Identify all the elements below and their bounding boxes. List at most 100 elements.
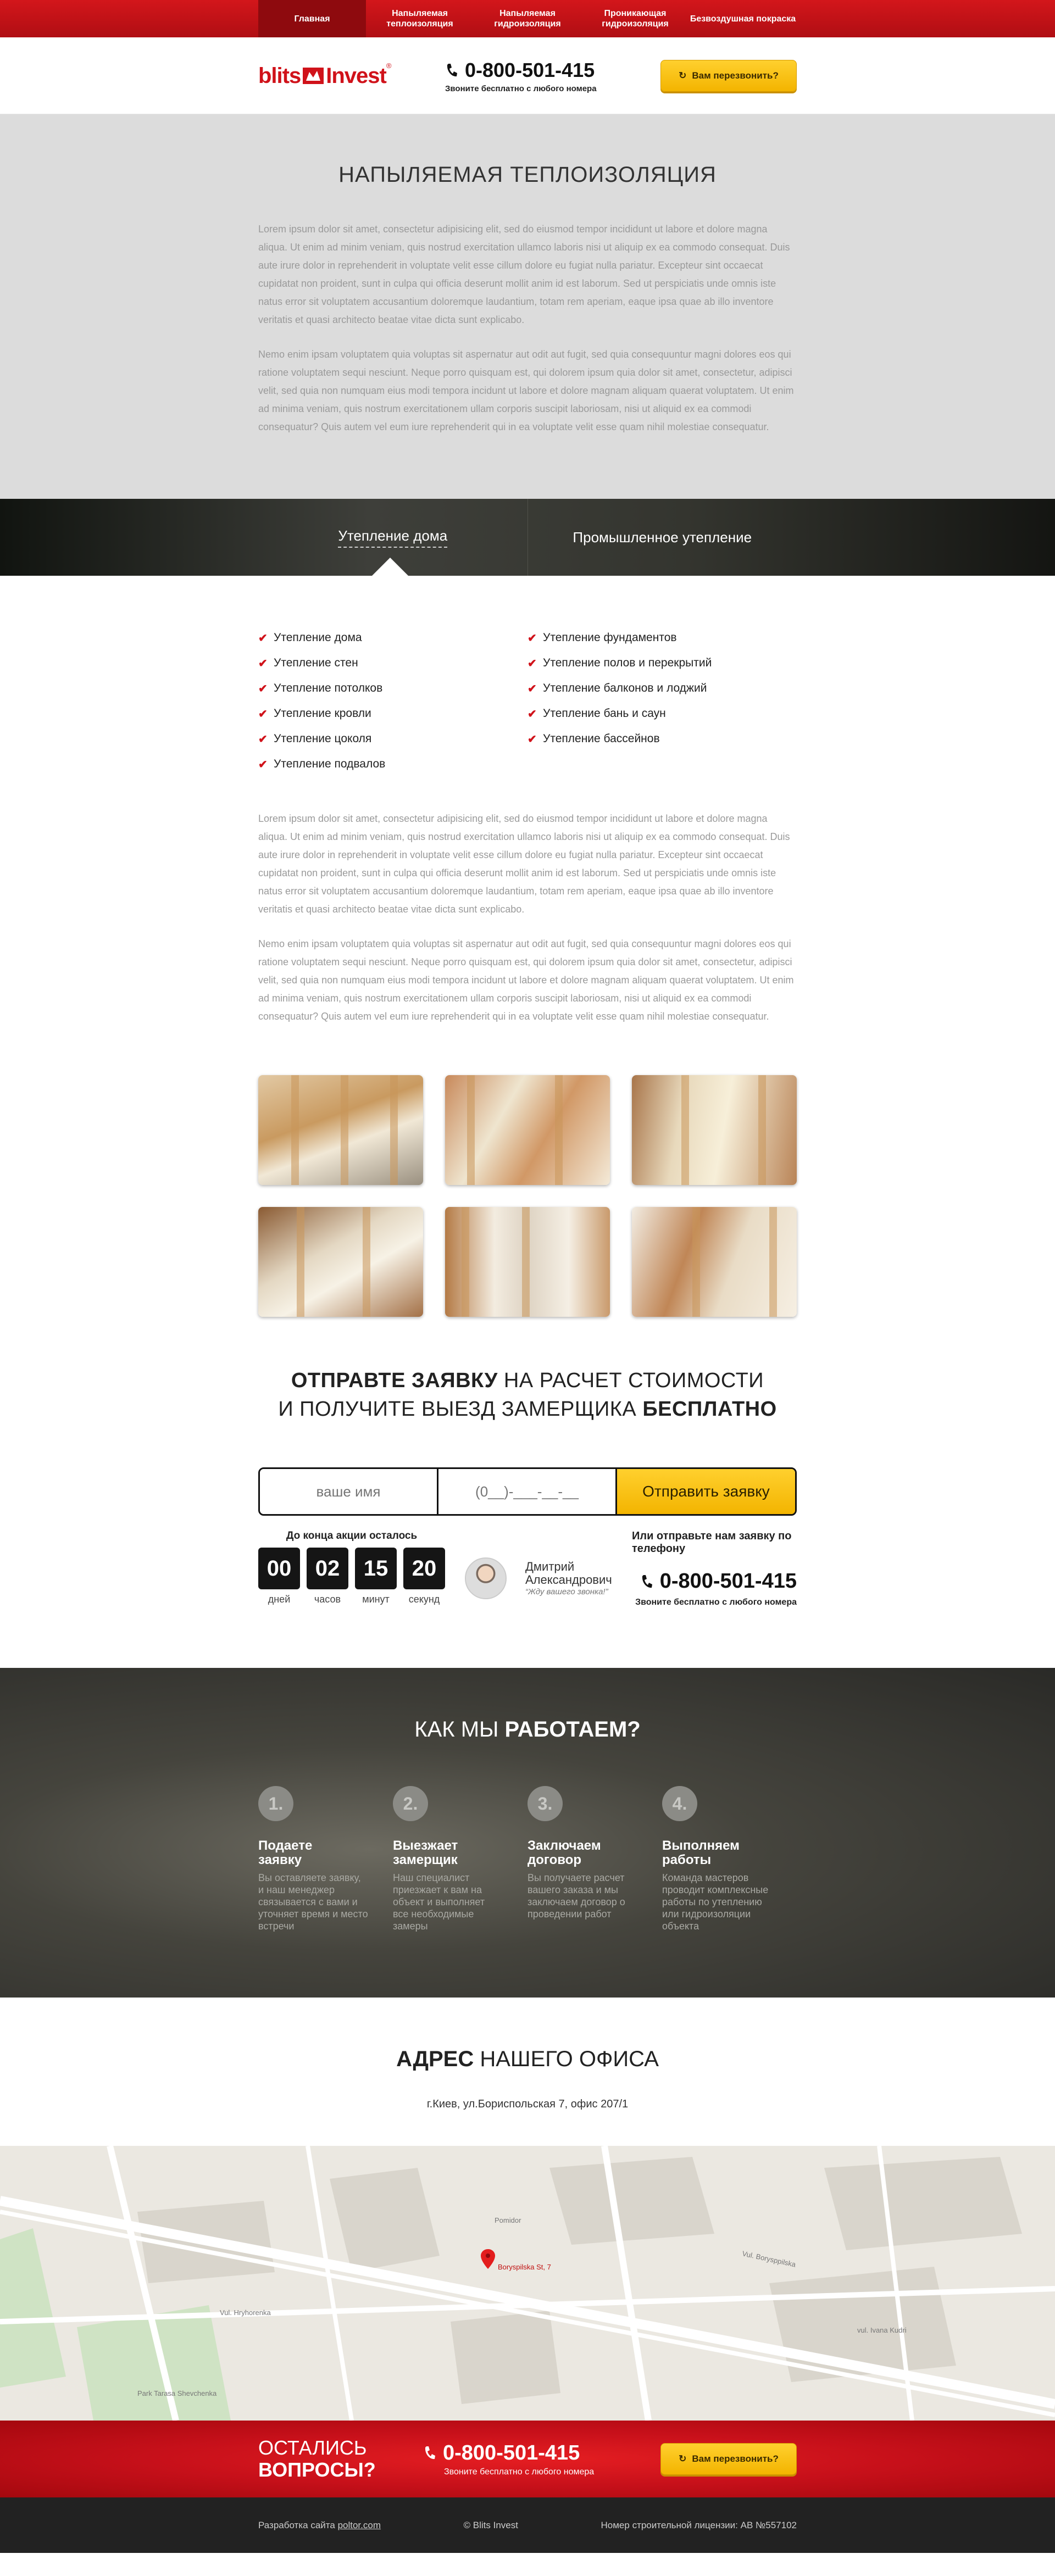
step-title: Выполняем работы (662, 1838, 740, 1867)
list-item: ✔ Утепление стен (258, 650, 528, 676)
footer-copyright: © Blits Invest (463, 2519, 518, 2530)
check-icon: ✔ (528, 708, 537, 720)
tab-industrial-insulation[interactable]: Промышленное утепление (528, 499, 797, 576)
countdown-seconds: 20 секунд (403, 1548, 445, 1605)
manager-text: Дмитрий Александрович “Жду вашего звонка… (525, 1560, 630, 1596)
page-title: НАПЫЛЯЕМАЯ ТЕПЛОИЗОЛЯЦИЯ (338, 163, 717, 187)
description-paragraph: Nemo enim ipsam voluptatem quia voluptas… (258, 938, 794, 1022)
check-icon: ✔ (528, 682, 537, 695)
map-poi-label: Pomidor (495, 2216, 521, 2224)
step-item: 3. Заключаем договор Вы получаете расчет в… (528, 1786, 662, 1932)
map-street-label: Vul. Hryhorenka (220, 2308, 271, 2317)
top-nav: Главная Напыляемая теплоизоляция Напыляе… (0, 0, 1055, 37)
check-icon: ✔ (258, 657, 268, 670)
step-number: 2. (393, 1786, 428, 1821)
step-title: Заключаем договор (528, 1838, 601, 1867)
list-item: ✔ Утепление кровли (258, 701, 528, 726)
logo-registered: ® (386, 62, 392, 70)
phone-icon (425, 2446, 435, 2460)
step-title: Выезжает замерщик (393, 1838, 458, 1867)
check-icon: ✔ (528, 733, 537, 745)
address-heading: АДРЕС НАШЕГО ОФИСА (0, 1998, 1055, 2072)
countdown-title: До конца акции осталось (286, 1530, 418, 1542)
countdown-minutes: 15 минут (355, 1548, 397, 1605)
callback-button-label: Вам перезвонить? (692, 70, 779, 81)
callback-button[interactable]: ↻ Вам перезвонить? (660, 60, 797, 92)
phone-order-title: Или отправьте нам заявку по телефону (632, 1530, 792, 1555)
gallery-photo[interactable] (632, 1207, 797, 1317)
list-item: ✔ Утепление балконов и лоджий (528, 676, 797, 701)
logo[interactable]: blits Invest ® (258, 59, 445, 92)
cta-phone-caption: Звоните бесплатно с любого номера (444, 2467, 595, 2477)
list-item-label: Утепление потолков (274, 682, 383, 694)
gallery-photo[interactable] (445, 1075, 610, 1185)
manager-name: Дмитрий Александрович (525, 1559, 612, 1587)
office-map[interactable]: Vul. Borysppilska Vul. Hryhorenka vul. I… (0, 2146, 1055, 2421)
countdown-value: 20 (403, 1548, 445, 1589)
countdown-hours: 02 часов (307, 1548, 348, 1605)
address-heading-bold: АДРЕС (396, 2047, 474, 2071)
phone-input[interactable] (438, 1483, 615, 1500)
list-item: ✔ Утепление подвалов (258, 752, 528, 777)
order-heading-bold: БЕСПЛАТНО (642, 1398, 777, 1421)
header-phone-block: 0-800-501-415 Звоните бесплатно с любого… (445, 59, 597, 93)
list-item-label: Утепление подвалов (274, 758, 386, 770)
check-icon: ✔ (258, 758, 268, 771)
logo-left: blits (258, 63, 301, 88)
step-number: 3. (528, 1786, 563, 1821)
order-heading-text: НА РАСЧЕТ СТОИМОСТИ (497, 1369, 764, 1392)
callback-button-label: Вам перезвонить? (692, 2453, 779, 2464)
list-item-label: Утепление стен (274, 656, 358, 669)
order-form: Отправить заявку (258, 1467, 797, 1516)
name-input[interactable] (260, 1483, 437, 1500)
nav-item-airless-painting[interactable]: Безвоздушная покраска (689, 0, 797, 37)
services-checklist: ✔ Утепление дома ✔ Утепление стен ✔ Утеплен… (258, 576, 797, 777)
nav-item-penetrating-waterproofing[interactable]: Проникающая гидроизоляция (581, 0, 689, 37)
list-item: ✔ Утепление цоколя (258, 726, 528, 752)
list-item-label: Утепление бассейнов (543, 732, 660, 745)
gallery-photo[interactable] (445, 1207, 610, 1317)
countdown-label: часов (314, 1594, 341, 1605)
cta-question-line: ОСТАЛИСЬ (258, 2436, 367, 2459)
countdown-value: 00 (258, 1548, 300, 1589)
submit-order-button[interactable]: Отправить заявку (617, 1469, 795, 1514)
countdown-label: секунд (408, 1594, 440, 1605)
countdown-label: дней (268, 1594, 291, 1605)
address-section: АДРЕС НАШЕГО ОФИСА г.Киев, ул.Бориспольс… (0, 1998, 1055, 2146)
intro-paragraph: Lorem ipsum dolor sit amet, consectetur … (258, 224, 790, 325)
photo-gallery (258, 1075, 797, 1317)
how-heading: КАК МЫ РАБОТАЕМ? (258, 1668, 797, 1742)
nav-item-home[interactable]: Главная (258, 0, 366, 37)
header-phone[interactable]: 0-800-501-415 (445, 59, 597, 82)
step-title: Подаете заявку (258, 1838, 313, 1867)
phone-icon (447, 63, 457, 76)
check-icon: ✔ (258, 632, 268, 644)
list-item: ✔ Утепление бань и саун (528, 701, 797, 726)
footer-dev-text: Разработка сайта (258, 2519, 338, 2530)
phone-order-number-row[interactable]: 0-800-501-415 (632, 1570, 797, 1593)
phone-order-block: Или отправьте нам заявку по телефону 0-8… (632, 1530, 797, 1607)
nav-item-spray-insulation[interactable]: Напыляемая теплоизоляция (366, 0, 474, 37)
countdown-boxes: 00 дней 02 часов 15 минут 20 секунд (258, 1548, 445, 1605)
list-item: ✔ Утепление бассейнов (528, 726, 797, 752)
map-marker-label: Boryspilska St, 7 (498, 2263, 551, 2271)
list-item-label: Утепление полов и перекрытий (543, 656, 712, 669)
nav-item-spray-waterproofing[interactable]: Напыляемая гидроизоляция (474, 0, 581, 37)
cta-phone-row[interactable]: 0-800-501-415 (423, 2441, 594, 2465)
list-item: ✔ Утепление потолков (258, 676, 528, 701)
footer-license: Номер строительной лицензии: АВ №557102 (601, 2519, 797, 2530)
logo-mark-icon (303, 68, 324, 84)
map-canvas: Vul. Borysppilska Vul. Hryhorenka vul. I… (0, 2146, 1055, 2421)
gallery-photo[interactable] (258, 1075, 423, 1185)
callback-button[interactable]: ↻ Вам перезвонить? (660, 2443, 797, 2475)
list-item-label: Утепление балконов и лоджий (543, 682, 707, 694)
developer-link[interactable]: poltor.com (338, 2520, 381, 2530)
tab-label: Промышленное утепление (573, 528, 752, 546)
gallery-photo[interactable] (258, 1207, 423, 1317)
footer-dev: Разработка сайта poltor.com (258, 2520, 381, 2531)
gallery-photo[interactable] (632, 1075, 797, 1185)
list-item: ✔ Утепление фундаментов (528, 625, 797, 650)
list-item: ✔ Утепление полов и перекрытий (528, 650, 797, 676)
list-item-label: Утепление кровли (274, 707, 371, 720)
header-phone-caption: Звоните бесплатно с любого номера (445, 84, 597, 93)
